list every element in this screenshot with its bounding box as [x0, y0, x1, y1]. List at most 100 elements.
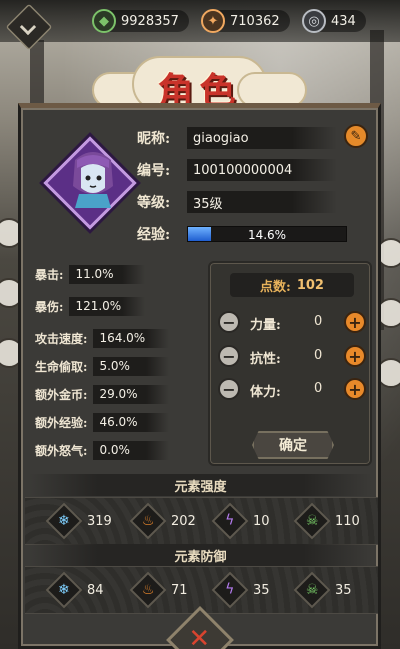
poison-icon: ☠ [305, 582, 319, 598]
plus-icon: + [348, 312, 362, 332]
lightning-gem: ϟ [211, 502, 249, 540]
element-item: ☠ 110 [293, 502, 360, 540]
stat-label: 暴伤: [35, 299, 64, 314]
attribute-label: 抗性: [250, 352, 281, 367]
lightning-gem: ϟ [211, 571, 249, 609]
element-defense-header: 元素防御 [29, 544, 372, 566]
decrease-strength-button[interactable]: − [218, 311, 240, 333]
currency-bar: ◆ 9928357 ✦ 710362 ◎ 434 [0, 0, 400, 51]
stat-label: 生命偷取: [35, 359, 88, 374]
attribute-points-panel: 点数: 102 − 力量: 0 + − 抗性: 0 + − 体力: 0 + 确定 [208, 261, 372, 466]
minus-icon: − [222, 346, 236, 366]
fire-icon: ♨ [141, 582, 155, 598]
element-value: 84 [87, 582, 104, 598]
character-panel: 昵称: giaogiao ✎ 编号: 100100000004 等级: 35级 … [18, 103, 381, 649]
attribute-row-strength: − 力量: 0 + [218, 311, 366, 335]
element-value: 35 [335, 582, 352, 598]
pencil-icon: ✎ [350, 128, 362, 144]
avatar[interactable] [65, 146, 121, 212]
stat-value: 0.0% [93, 440, 170, 460]
jade-currency: ◆ 9928357 [92, 9, 189, 33]
exp-percent: 14.6% [247, 228, 287, 242]
poison-gem: ☠ [293, 571, 331, 609]
exp-label: 经验: [137, 227, 171, 243]
poison-gem: ☠ [293, 502, 331, 540]
exp-row: 经验: 14.6% [137, 222, 347, 246]
chevron-down-icon [19, 18, 37, 36]
stat-value: 164.0% [93, 328, 170, 348]
element-item: ϟ 35 [211, 571, 270, 609]
jade-value: 9928357 [121, 13, 179, 29]
stat-row: 攻击速度: 164.0% [35, 328, 170, 348]
poison-icon: ☠ [305, 513, 319, 529]
attribute-value: 0 [314, 348, 323, 363]
lightning-icon: ϟ [225, 582, 235, 598]
ice-icon: ❄ [58, 512, 70, 529]
element-item: ♨ 202 [129, 502, 196, 540]
element-item: ❄ 319 [45, 502, 112, 540]
stat-value: 121.0% [69, 296, 146, 316]
close-icon: ✕ [188, 624, 211, 649]
ice-icon: ❄ [58, 581, 70, 598]
stat-row: 生命偷取: 5.0% [35, 356, 170, 376]
increase-stamina-button[interactable]: + [344, 378, 366, 400]
ice-gem: ❄ [45, 571, 83, 609]
level-value: 35级 [187, 191, 337, 213]
plus-icon: + [348, 346, 362, 366]
stat-value: 29.0% [93, 384, 170, 404]
element-value: 319 [87, 513, 112, 529]
edit-nickname-button[interactable]: ✎ [344, 124, 368, 148]
stat-row: 额外怒气: 0.0% [35, 440, 170, 460]
attribute-value: 0 [314, 314, 323, 329]
attribute-label: 力量: [250, 318, 281, 333]
element-strength-row: ❄ 319 ♨ 202 ϟ 10 ☠ 110 [25, 497, 378, 545]
coin-currency: ✦ 710362 [201, 9, 290, 33]
stat-label: 额外经验: [35, 415, 88, 430]
decrease-stamina-button[interactable]: − [218, 378, 240, 400]
stat-row: 暴伤: 121.0% [35, 296, 146, 316]
increase-strength-button[interactable]: + [344, 311, 366, 333]
stat-row: 额外金币: 29.0% [35, 384, 170, 404]
stat-row: 额外经验: 46.0% [35, 412, 170, 432]
profile-section: 昵称: giaogiao ✎ 编号: 100100000004 等级: 35级 … [29, 116, 374, 251]
ice-gem: ❄ [45, 502, 83, 540]
decrease-resistance-button[interactable]: − [218, 345, 240, 367]
stat-row: 暴击: 11.0% [35, 264, 146, 284]
level-row: 等级: 35级 [137, 190, 337, 214]
attribute-row-resistance: − 抗性: 0 + [218, 345, 366, 369]
nickname-row: 昵称: giaogiao [137, 126, 337, 150]
attribute-label: 体力: [250, 385, 281, 400]
increase-resistance-button[interactable]: + [344, 345, 366, 367]
stat-label: 暴击: [35, 267, 64, 282]
nickname-value: giaogiao [187, 127, 337, 149]
stat-value: 46.0% [93, 412, 170, 432]
element-value: 10 [253, 513, 270, 529]
element-value: 35 [253, 582, 270, 598]
silver-coin-icon: ◎ [302, 9, 326, 33]
element-item: ☠ 35 [293, 571, 352, 609]
element-value: 110 [335, 513, 360, 529]
fire-icon: ♨ [141, 513, 155, 529]
minus-icon: − [222, 379, 236, 399]
id-row: 编号: 100100000004 [137, 158, 337, 182]
confirm-button[interactable]: 确定 [252, 431, 334, 459]
attribute-value: 0 [314, 381, 323, 396]
lightning-icon: ϟ [225, 513, 235, 529]
nickname-label: 昵称: [137, 131, 171, 147]
silver-value: 434 [331, 13, 356, 29]
points-label: 点数: [260, 279, 291, 295]
copper-coin-icon: ✦ [201, 9, 225, 33]
stat-label: 额外怒气: [35, 443, 88, 458]
points-value: 102 [296, 277, 324, 293]
stat-value: 5.0% [93, 356, 170, 376]
element-strength-header: 元素强度 [29, 474, 372, 496]
exp-progress-bar: 14.6% [187, 226, 347, 242]
id-value: 100100000004 [187, 159, 337, 181]
level-label: 等级: [137, 195, 171, 211]
element-item: ♨ 71 [129, 571, 188, 609]
id-label: 编号: [137, 163, 171, 179]
stat-label: 攻击速度: [35, 331, 88, 346]
minus-icon: − [222, 312, 236, 332]
fire-gem: ♨ [129, 571, 167, 609]
stat-label: 额外金币: [35, 387, 88, 402]
